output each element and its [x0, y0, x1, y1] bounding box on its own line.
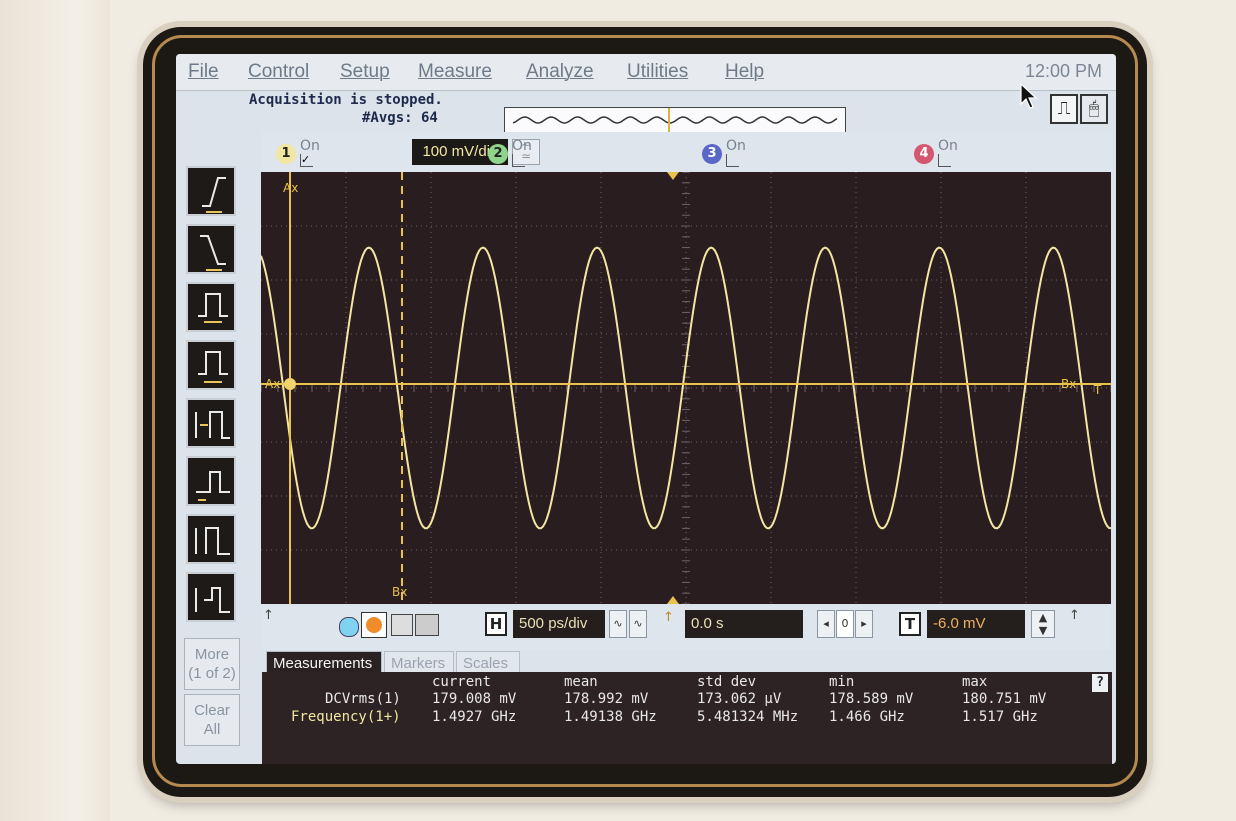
- menu-measure[interactable]: Measure: [418, 61, 492, 83]
- header-current: current: [432, 674, 492, 690]
- runt-icon[interactable]: [186, 514, 236, 564]
- trigger-level-field[interactable]: -6.0 mV: [927, 610, 1025, 638]
- waveform-overview[interactable]: [504, 107, 846, 133]
- horizontal-icon: H: [485, 612, 507, 636]
- time-scale-down-icon[interactable]: ∿: [609, 610, 627, 638]
- menu-setup[interactable]: Setup: [340, 61, 390, 83]
- glitch-icon[interactable]: [186, 456, 236, 506]
- menu-file[interactable]: File: [188, 61, 219, 83]
- falling-edge-icon[interactable]: [186, 224, 236, 274]
- scroll-up-right-icon[interactable]: ↑: [1069, 608, 1080, 623]
- scope-mode-icon[interactable]: ⎍: [1050, 94, 1078, 124]
- channel-2-checkbox[interactable]: [512, 154, 525, 167]
- menu-control[interactable]: Control: [248, 61, 309, 83]
- clear-all-label: All: [203, 721, 221, 738]
- channel-bar: 1 On ✓ 100 mV/div ~ ≃ 2 On 3 On 4 On: [262, 132, 1112, 172]
- horizontal-controls: ↑ H 500 ps/div ∿ ∿ ↑ 0.0 s ◂ 0 ▸ T -6.0 …: [261, 606, 1111, 650]
- position-left-icon[interactable]: ◂: [817, 610, 835, 638]
- more-button[interactable]: More (1 of 2): [184, 638, 240, 690]
- setup-hold-icon[interactable]: [186, 398, 236, 448]
- channel-1-checkbox[interactable]: ✓: [300, 154, 313, 167]
- more-label: More: [194, 646, 230, 663]
- waveform-graticule: Ax Ax Bx Bx T: [260, 171, 1112, 605]
- row-1-current: 179.008 mV: [432, 691, 517, 707]
- mouse-pointer-icon: [1020, 82, 1038, 109]
- averages-count: #Avgs: 64: [362, 110, 438, 126]
- row-2-min: 1.466 GHz: [829, 709, 905, 725]
- trigger-level-label: T: [1093, 383, 1102, 397]
- pulse-count-icon[interactable]: [186, 340, 236, 390]
- ax-axis-label: Ax: [265, 377, 280, 391]
- stop-button[interactable]: [361, 612, 387, 638]
- rising-edge-icon[interactable]: [186, 166, 236, 216]
- background: [0, 0, 110, 821]
- time-position-field[interactable]: 0.0 s: [685, 610, 803, 638]
- scroll-up-icon[interactable]: ↑: [263, 608, 274, 623]
- channel-2-badge: 2: [488, 144, 508, 164]
- clear-all-button[interactable]: Clear All: [184, 694, 240, 746]
- delay-marker-icon: ↑: [663, 610, 674, 625]
- measurements-panel: current mean std dev min max DCVrms(1) 1…: [262, 672, 1112, 764]
- channel-4-checkbox[interactable]: [938, 154, 951, 167]
- help-button[interactable]: ?: [1092, 674, 1108, 692]
- time-scale-field[interactable]: 500 ps/div: [513, 610, 605, 638]
- row-1-std-dev: 173.062 µV: [697, 691, 782, 707]
- menu-analyze[interactable]: Analyze: [526, 61, 594, 83]
- menu-bar: File Control Setup Measure Analyze Utili…: [176, 54, 1116, 91]
- channel-3-checkbox[interactable]: [726, 154, 739, 167]
- bx-axis-label: Bx: [1061, 377, 1076, 391]
- row-2-max: 1.517 GHz: [962, 709, 1038, 725]
- row-2-current: 1.4927 GHz: [432, 709, 517, 725]
- more-page-label: (1 of 2): [188, 665, 236, 682]
- print-icon[interactable]: [415, 614, 439, 636]
- row-1-max: 180.751 mV: [962, 691, 1047, 707]
- clock: 12:00 PM: [1024, 61, 1102, 81]
- row-2-mean: 1.49138 GHz: [564, 709, 657, 725]
- run-indicator-icon[interactable]: [339, 617, 359, 637]
- channel-4-badge: 4: [914, 144, 934, 164]
- ax-top-label: Ax: [283, 181, 298, 195]
- acquisition-status: Acquisition is stopped.: [249, 92, 443, 108]
- header-mean: mean: [564, 674, 598, 690]
- row-1-mean: 178.992 mV: [564, 691, 649, 707]
- menu-help[interactable]: Help: [725, 61, 764, 83]
- row-1-name: DCVrms(1): [325, 691, 401, 707]
- trigger-level-spinner-icon[interactable]: ▲ ▼: [1031, 610, 1055, 638]
- channel-2-on-label: On: [512, 138, 532, 154]
- trigger-position-bottom-icon: [667, 596, 679, 604]
- mouse-mode-icon[interactable]: 🖱: [1080, 94, 1108, 124]
- channel-1-badge: 1: [276, 144, 296, 164]
- clear-label: Clear: [194, 702, 230, 719]
- channel-4-on-label: On: [938, 138, 958, 154]
- header-min: min: [829, 674, 855, 690]
- timeout-icon[interactable]: [186, 572, 236, 622]
- row-1-min: 178.589 mV: [829, 691, 914, 707]
- row-2-std-dev: 5.481324 MHz: [697, 709, 799, 725]
- position-reference[interactable]: 0: [836, 610, 854, 638]
- bx-bottom-label: Bx: [392, 585, 407, 599]
- overview-trace: [512, 108, 838, 132]
- menu-utilities[interactable]: Utilities: [627, 61, 688, 83]
- mode-buttons: ⎍ 🖱: [1050, 92, 1112, 128]
- waveform-display[interactable]: Ax Ax Bx Bx T: [260, 171, 1112, 605]
- row-2-name: Frequency(1+): [291, 709, 401, 725]
- channel-3-badge: 3: [702, 144, 722, 164]
- autoscale-icon[interactable]: [391, 614, 413, 636]
- channel-3-on-label: On: [726, 138, 746, 154]
- pulse-width-icon[interactable]: [186, 282, 236, 332]
- header-std-dev: std dev: [697, 674, 757, 690]
- header-max: max: [962, 674, 988, 690]
- position-right-icon[interactable]: ▸: [855, 610, 873, 638]
- time-scale-up-icon[interactable]: ∿: [629, 610, 647, 638]
- trigger-toolbox: [184, 166, 240, 626]
- trigger-icon: T: [899, 612, 921, 636]
- oscilloscope-screen: File Control Setup Measure Analyze Utili…: [176, 54, 1116, 764]
- marker-intersection: [284, 378, 296, 390]
- trigger-position-top-icon: [667, 172, 679, 180]
- channel-1-on-label: On: [300, 138, 320, 154]
